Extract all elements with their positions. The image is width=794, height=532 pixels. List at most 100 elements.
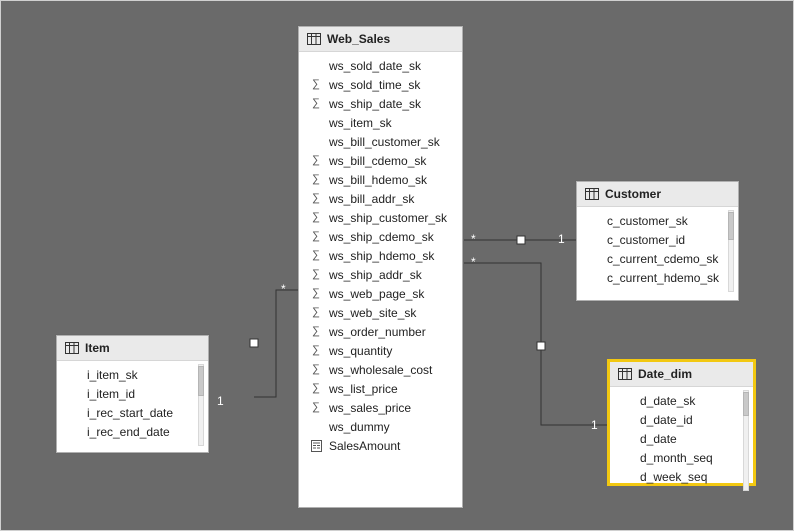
- field-row[interactable]: ∑ ws_quantity: [299, 341, 462, 360]
- field-row[interactable]: ∑ws_ship_hdemo_sk: [299, 246, 462, 265]
- cardinality-many-customer: *: [471, 232, 476, 246]
- table-web-sales[interactable]: Web_Sales ws_sold_date_sk ∑ ws_sold_time_s…: [298, 26, 463, 508]
- field-row[interactable]: c_customer_id: [577, 230, 738, 249]
- field-row[interactable]: ws_dummy: [299, 417, 462, 436]
- field-row[interactable]: ∑ ws_ship_date_sk: [299, 94, 462, 113]
- field-name: ws_ship_addr_sk: [329, 268, 422, 282]
- sigma-icon: ∑: [309, 79, 323, 90]
- table-header-customer[interactable]: Customer: [577, 182, 738, 207]
- sigma-icon: ∑: [309, 364, 323, 375]
- cardinality-many-item: *: [281, 282, 286, 296]
- field-row[interactable]: i_rec_end_date: [57, 422, 208, 441]
- field-name: c_customer_sk: [607, 214, 688, 228]
- field-row[interactable]: d_date_id: [610, 410, 753, 429]
- field-name: d_month_seq: [640, 451, 713, 465]
- field-row[interactable]: ws_sold_date_sk: [299, 56, 462, 75]
- field-row[interactable]: d_month_seq: [610, 448, 753, 467]
- field-name: ws_ship_hdemo_sk: [329, 249, 434, 263]
- cardinality-one-customer: 1: [558, 232, 565, 246]
- table-header-item[interactable]: Item: [57, 336, 208, 361]
- table-body-date-dim: d_date_sk d_date_id d_date d_month_seq d_wee…: [610, 387, 753, 494]
- table-title: Date_dim: [638, 367, 692, 381]
- field-name: c_customer_id: [607, 233, 685, 247]
- field-name: i_rec_end_date: [87, 425, 170, 439]
- field-row[interactable]: c_customer_sk: [577, 211, 738, 230]
- field-name: ws_dummy: [329, 420, 390, 434]
- sigma-icon: ∑: [309, 98, 323, 109]
- field-name: ws_ship_date_sk: [329, 97, 421, 111]
- calculator-icon: [309, 440, 323, 452]
- rel-handle-websales-datedim[interactable]: [537, 342, 545, 350]
- field-name: c_current_cdemo_sk: [607, 252, 718, 266]
- field-name: ws_order_number: [329, 325, 426, 339]
- field-row[interactable]: ws_bill_customer_sk: [299, 132, 462, 151]
- table-title: Item: [85, 341, 110, 355]
- field-row[interactable]: ws_item_sk: [299, 113, 462, 132]
- field-row[interactable]: d_date: [610, 429, 753, 448]
- table-body-customer: c_customer_sk c_customer_id c_current_cdem…: [577, 207, 738, 295]
- sigma-icon: ∑: [309, 383, 323, 394]
- table-icon: [585, 188, 599, 200]
- table-title: Customer: [605, 187, 661, 201]
- scrollbar[interactable]: [196, 364, 206, 446]
- field-row[interactable]: ∑ws_bill_hdemo_sk: [299, 170, 462, 189]
- field-name: d_week_seq: [640, 470, 707, 484]
- field-row[interactable]: ∑ws_web_site_sk: [299, 303, 462, 322]
- rel-handle-item-websales[interactable]: [250, 339, 258, 347]
- table-header-web-sales[interactable]: Web_Sales: [299, 27, 462, 52]
- sigma-icon: ∑: [309, 269, 323, 280]
- field-row[interactable]: d_week_seq: [610, 467, 753, 486]
- field-name: ws_bill_cdemo_sk: [329, 154, 426, 168]
- field-row[interactable]: i_rec_start_date: [57, 403, 208, 422]
- field-name: ws_item_sk: [329, 116, 392, 130]
- field-name: ws_wholesale_cost: [329, 363, 432, 377]
- sigma-icon: ∑: [309, 307, 323, 318]
- field-row[interactable]: i_item_sk: [57, 365, 208, 384]
- field-name: ws_web_page_sk: [329, 287, 424, 301]
- model-canvas[interactable]: * 1 * 1 * 1 Item i_item_ski_item_idi_rec…: [0, 0, 794, 531]
- field-row[interactable]: ∑ws_list_price: [299, 379, 462, 398]
- sigma-icon: ∑: [309, 231, 323, 242]
- rel-handle-websales-customer[interactable]: [517, 236, 525, 244]
- sigma-icon: ∑: [309, 193, 323, 204]
- field-name: ws_quantity: [329, 344, 392, 358]
- field-row[interactable]: ∑ ws_ship_addr_sk: [299, 265, 462, 284]
- field-row[interactable]: ∑ ws_wholesale_cost: [299, 360, 462, 379]
- field-row[interactable]: ∑ws_sales_price: [299, 398, 462, 417]
- field-row[interactable]: ∑ ws_sold_time_sk: [299, 75, 462, 94]
- field-row[interactable]: c_current_hdemo_sk: [577, 268, 738, 287]
- field-name: ws_bill_addr_sk: [329, 192, 414, 206]
- rel-item-websales[interactable]: [254, 290, 298, 397]
- table-item[interactable]: Item i_item_sk i_item_id i_rec_start_datei…: [56, 335, 209, 453]
- field-name: d_date_sk: [640, 394, 695, 408]
- field-row[interactable]: d_date_sk: [610, 391, 753, 410]
- table-icon: [618, 368, 632, 380]
- table-date-dim[interactable]: Date_dim d_date_sk d_date_id d_date d_month…: [609, 361, 754, 484]
- field-row[interactable]: ∑ ws_bill_cdemo_sk: [299, 151, 462, 170]
- field-row[interactable]: ∑ ws_ship_customer_sk: [299, 208, 462, 227]
- field-row[interactable]: ∑ws_order_number: [299, 322, 462, 341]
- sigma-icon: ∑: [309, 402, 323, 413]
- field-row[interactable]: ∑ ws_bill_addr_sk: [299, 189, 462, 208]
- field-row[interactable]: c_current_cdemo_sk: [577, 249, 738, 268]
- field-row[interactable]: ∑ws_ship_cdemo_sk: [299, 227, 462, 246]
- sigma-icon: ∑: [309, 345, 323, 356]
- field-row[interactable]: ∑ws_web_page_sk: [299, 284, 462, 303]
- scrollbar[interactable]: [726, 210, 736, 292]
- sigma-icon: ∑: [309, 212, 323, 223]
- field-name: ws_ship_customer_sk: [329, 211, 447, 225]
- scrollbar[interactable]: [741, 390, 751, 491]
- field-row[interactable]: SalesAmount: [299, 436, 462, 455]
- table-icon: [307, 33, 321, 45]
- field-name: i_item_sk: [87, 368, 138, 382]
- field-name: c_current_hdemo_sk: [607, 271, 719, 285]
- table-header-date-dim[interactable]: Date_dim: [610, 362, 753, 387]
- sigma-icon: ∑: [309, 155, 323, 166]
- field-name: i_item_id: [87, 387, 135, 401]
- field-name: d_date: [640, 432, 677, 446]
- field-name: ws_sold_time_sk: [329, 78, 420, 92]
- field-name: SalesAmount: [329, 439, 400, 453]
- sigma-icon: ∑: [309, 174, 323, 185]
- table-customer[interactable]: Customer c_customer_sk c_customer_id c_cur…: [576, 181, 739, 301]
- field-row[interactable]: i_item_id: [57, 384, 208, 403]
